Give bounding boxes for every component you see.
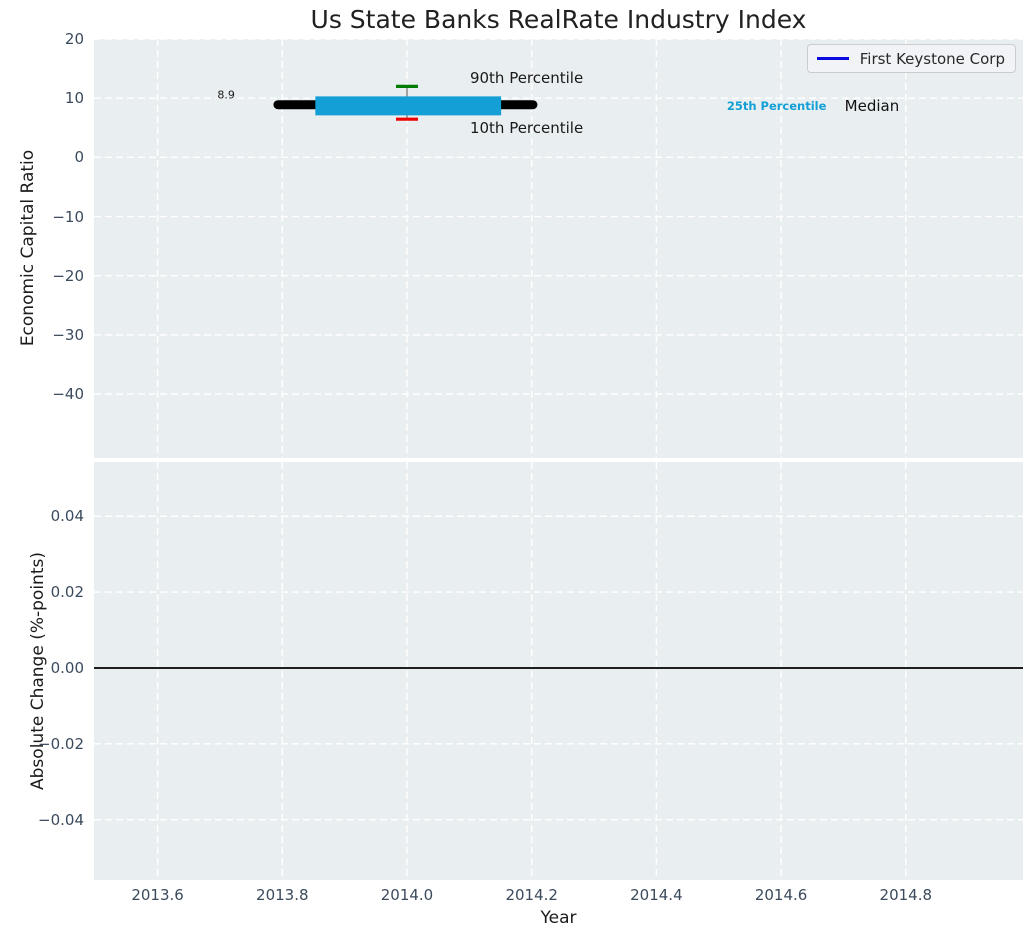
y-tick-label: −10 <box>52 207 84 226</box>
chart-title: Us State Banks RealRate Industry Index <box>310 5 807 34</box>
legend-line-swatch <box>816 57 849 60</box>
y-tick-label: −0.04 <box>38 810 84 829</box>
y-tick-label: 0.04 <box>50 507 84 526</box>
y-axis-label-bottom: Absolute Change (%-points) <box>28 552 48 790</box>
y-tick-label: 0.00 <box>50 658 84 677</box>
x-tick-label: 2013.8 <box>256 886 309 904</box>
bottom-plot-area <box>94 462 1023 880</box>
y-tick-label: −20 <box>52 266 84 285</box>
x-tick-label: 2014.6 <box>754 886 808 904</box>
legend: First Keystone Corp <box>806 44 1016 73</box>
x-tick-label: 2014.4 <box>630 886 683 904</box>
x-axis-label: Year <box>540 908 577 928</box>
x-tick-label: 2014.0 <box>380 886 434 904</box>
bottom-plot-canvas <box>94 462 1023 880</box>
y-tick-label: −30 <box>52 325 84 344</box>
x-tick-label: 2014.8 <box>879 886 933 904</box>
x-tick-label: 2014.2 <box>505 886 558 904</box>
y-tick-label: 0.02 <box>50 583 84 602</box>
y-tick-label: 10 <box>64 89 84 108</box>
top-plot-area: First Keystone Corp <box>94 39 1023 458</box>
y-tick-label: 20 <box>64 30 84 48</box>
y-axis-label-top: Economic Capital Ratio <box>18 149 38 347</box>
legend-label: First Keystone Corp <box>859 49 1005 68</box>
y-tick-label: −40 <box>52 385 84 404</box>
figure: Us State Banks RealRate Industry Index F… <box>0 0 1034 942</box>
x-tick-label: 2013.6 <box>131 886 184 904</box>
top-plot-canvas <box>94 39 1023 458</box>
y-tick-label: 0 <box>74 148 84 167</box>
